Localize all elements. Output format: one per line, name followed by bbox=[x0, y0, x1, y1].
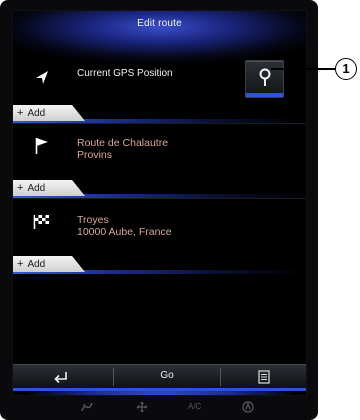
head-unit-frame: Edit route Current GPS Position + Add Ro… bbox=[0, 0, 318, 420]
back-button[interactable] bbox=[13, 365, 113, 389]
plus-icon: + bbox=[17, 258, 24, 270]
route-item-destination[interactable]: Troyes 10000 Aube, France bbox=[13, 200, 306, 254]
add-waypoint-button-3[interactable]: + Add bbox=[13, 256, 85, 272]
bottom-toolbar: Go bbox=[13, 364, 306, 391]
callout-marker: 1 bbox=[335, 58, 357, 80]
waypoint-flag-icon bbox=[35, 137, 49, 160]
callout-line bbox=[271, 68, 338, 70]
ac-label[interactable]: A/C bbox=[188, 402, 201, 411]
menu-button[interactable] bbox=[221, 365, 306, 389]
add-label: Add bbox=[27, 183, 46, 194]
go-label: Go bbox=[160, 370, 174, 381]
list-menu-icon bbox=[258, 370, 270, 389]
destination-address: 10000 Aube, France bbox=[77, 226, 172, 238]
add-waypoint-button-2[interactable]: + Add bbox=[13, 180, 85, 196]
nav-screen: Edit route Current GPS Position + Add Ro… bbox=[12, 10, 307, 396]
current-position-label: Current GPS Position bbox=[77, 68, 173, 79]
map-pin-icon bbox=[258, 68, 272, 93]
add-label: Add bbox=[27, 259, 46, 270]
back-arrow-icon bbox=[53, 370, 69, 389]
plus-icon: + bbox=[17, 107, 24, 119]
checkered-flag-icon bbox=[33, 214, 51, 235]
add-label: Add bbox=[27, 108, 46, 119]
defrost-icon[interactable] bbox=[242, 401, 254, 415]
waypoint-street: Route de Chalautre bbox=[77, 137, 169, 149]
fan-icon[interactable] bbox=[136, 401, 148, 415]
page-title: Edit route bbox=[137, 18, 182, 29]
plus-icon: + bbox=[17, 182, 24, 194]
add-waypoint-button-1[interactable]: + Add bbox=[13, 105, 85, 121]
divider bbox=[13, 123, 306, 124]
waypoint-city: Provins bbox=[77, 149, 113, 161]
destination-city: Troyes bbox=[77, 214, 109, 226]
locate-position-button[interactable] bbox=[245, 60, 284, 98]
seat-heat-icon[interactable] bbox=[80, 401, 94, 415]
go-button[interactable]: Go bbox=[114, 365, 220, 389]
divider bbox=[13, 198, 306, 199]
climate-strip: A/C bbox=[12, 398, 307, 420]
navigation-arrow-icon bbox=[35, 69, 49, 90]
route-item-waypoint[interactable]: Route de Chalautre Provins bbox=[13, 125, 306, 179]
